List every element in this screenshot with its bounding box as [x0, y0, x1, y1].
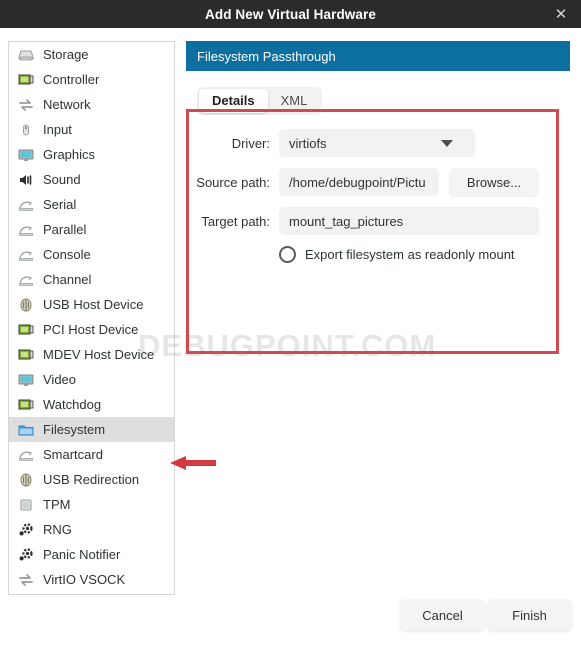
- sidebar-item-filesystem[interactable]: Filesystem: [9, 417, 174, 442]
- sidebar-item-label: Filesystem: [43, 422, 106, 437]
- window-title: Add New Virtual Hardware: [205, 6, 376, 22]
- serial-port-icon: [17, 196, 34, 213]
- driver-row: Driver: virtiofs: [186, 129, 570, 157]
- watermark: DEBUGPOINT.COM: [138, 328, 437, 363]
- sidebar-item-network[interactable]: Network: [9, 92, 174, 117]
- dialog-footer: Cancel Finish: [0, 585, 581, 647]
- source-path-label: Source path:: [196, 174, 270, 190]
- sidebar-item-rng[interactable]: RNG: [9, 517, 174, 542]
- readonly-mount-radio[interactable]: [279, 246, 296, 263]
- tab-bar: Details XML: [197, 87, 323, 115]
- folder-icon: [17, 421, 34, 438]
- sidebar-item-usb-host-device[interactable]: USB Host Device: [9, 292, 174, 317]
- serial-port-icon: [17, 271, 34, 288]
- sidebar-item-video[interactable]: Video: [9, 367, 174, 392]
- hardware-type-list[interactable]: Storage Controller Network Input Graphics Sou…: [8, 41, 175, 595]
- pci-card-icon: [17, 71, 34, 88]
- sidebar-item-mdev-host-device[interactable]: MDEV Host Device: [9, 342, 174, 367]
- sidebar-item-graphics[interactable]: Graphics: [9, 142, 174, 167]
- pci-card-icon: [17, 396, 34, 413]
- network-arrows-icon: [17, 96, 34, 113]
- sidebar-item-label: Sound: [43, 172, 81, 187]
- sidebar-item-label: Graphics: [43, 147, 96, 162]
- pane-content: Details XML Driver: virtiofs Source path…: [186, 71, 570, 263]
- sidebar-item-label: Console: [43, 247, 91, 262]
- sidebar-item-label: Watchdog: [43, 397, 102, 412]
- target-path-row: Target path:: [186, 207, 570, 235]
- usb-icon: [17, 296, 34, 313]
- hard-drive-icon: [17, 46, 34, 63]
- close-icon[interactable]: ✕: [551, 4, 571, 24]
- sidebar-item-controller[interactable]: Controller: [9, 67, 174, 92]
- tab-xml[interactable]: XML: [268, 89, 321, 113]
- source-path-input[interactable]: [279, 168, 439, 196]
- sidebar-item-label: Panic Notifier: [43, 547, 121, 562]
- readonly-mount-row: Export filesystem as readonly mount: [279, 246, 570, 263]
- pci-card-icon: [17, 346, 34, 363]
- sidebar-item-label: RNG: [43, 522, 72, 537]
- sidebar-item-serial[interactable]: Serial: [9, 192, 174, 217]
- mouse-icon: [17, 121, 34, 138]
- sidebar-item-console[interactable]: Console: [9, 242, 174, 267]
- sidebar-item-tpm[interactable]: TPM: [9, 492, 174, 517]
- sidebar-item-watchdog[interactable]: Watchdog: [9, 392, 174, 417]
- tab-details[interactable]: Details: [199, 89, 268, 113]
- sidebar-item-smartcard[interactable]: Smartcard: [9, 442, 174, 467]
- source-path-row: Source path: Browse...: [186, 168, 570, 196]
- sidebar-item-label: USB Redirection: [43, 472, 140, 487]
- readonly-mount-label: Export filesystem as readonly mount: [305, 247, 515, 262]
- sidebar-item-label: Parallel: [43, 222, 87, 237]
- speaker-icon: [17, 171, 34, 188]
- detail-pane: Filesystem Passthrough Details XML Drive…: [186, 41, 570, 263]
- target-path-input[interactable]: [279, 207, 539, 235]
- sidebar-item-label: Video: [43, 372, 77, 387]
- sidebar-item-label: Serial: [43, 197, 77, 212]
- annotation-arrow-icon: [170, 456, 216, 470]
- sidebar-item-label: Channel: [43, 272, 92, 287]
- chevron-down-icon: [441, 139, 453, 147]
- sidebar-item-usb-redirection[interactable]: USB Redirection: [9, 467, 174, 492]
- target-path-label: Target path:: [201, 213, 270, 229]
- sidebar-item-label: Input: [43, 122, 72, 137]
- sidebar-item-label: Storage: [43, 47, 89, 62]
- sidebar-item-label: Controller: [43, 72, 100, 87]
- serial-port-icon: [17, 446, 34, 463]
- pane-header: Filesystem Passthrough: [186, 41, 570, 71]
- dialog-body: Storage Controller Network Input Graphics Sou…: [0, 28, 581, 647]
- sidebar-item-label: PCI Host Device: [43, 322, 139, 337]
- pci-card-icon: [17, 321, 34, 338]
- driver-selected-value: virtiofs: [289, 135, 327, 151]
- serial-port-icon: [17, 246, 34, 263]
- cancel-button[interactable]: Cancel: [400, 599, 485, 631]
- monitor-icon: [17, 371, 34, 388]
- sidebar-item-label: Smartcard: [43, 447, 103, 462]
- driver-label: Driver:: [231, 135, 270, 151]
- gear-icon: [17, 521, 34, 538]
- monitor-icon: [17, 146, 34, 163]
- sidebar-item-parallel[interactable]: Parallel: [9, 217, 174, 242]
- gear-icon: [17, 546, 34, 563]
- sidebar-item-sound[interactable]: Sound: [9, 167, 174, 192]
- window-titlebar: Add New Virtual Hardware ✕: [0, 0, 581, 28]
- browse-button[interactable]: Browse...: [449, 168, 539, 196]
- sidebar-item-input[interactable]: Input: [9, 117, 174, 142]
- sidebar-item-label: MDEV Host Device: [43, 347, 155, 362]
- finish-button[interactable]: Finish: [487, 599, 572, 631]
- sidebar-item-label: Network: [43, 97, 91, 112]
- sidebar-item-channel[interactable]: Channel: [9, 267, 174, 292]
- sidebar-item-pci-host-device[interactable]: PCI Host Device: [9, 317, 174, 342]
- sidebar-item-panic-notifier[interactable]: Panic Notifier: [9, 542, 174, 567]
- usb-icon: [17, 471, 34, 488]
- sidebar-item-label: USB Host Device: [43, 297, 144, 312]
- chip-icon: [17, 496, 34, 513]
- driver-dropdown[interactable]: virtiofs: [279, 129, 475, 157]
- sidebar-item-label: TPM: [43, 497, 71, 512]
- pane-title: Filesystem Passthrough: [197, 48, 336, 64]
- filesystem-form: Driver: virtiofs Source path: Browse... …: [186, 129, 570, 263]
- serial-port-icon: [17, 221, 34, 238]
- sidebar-item-storage[interactable]: Storage: [9, 42, 174, 67]
